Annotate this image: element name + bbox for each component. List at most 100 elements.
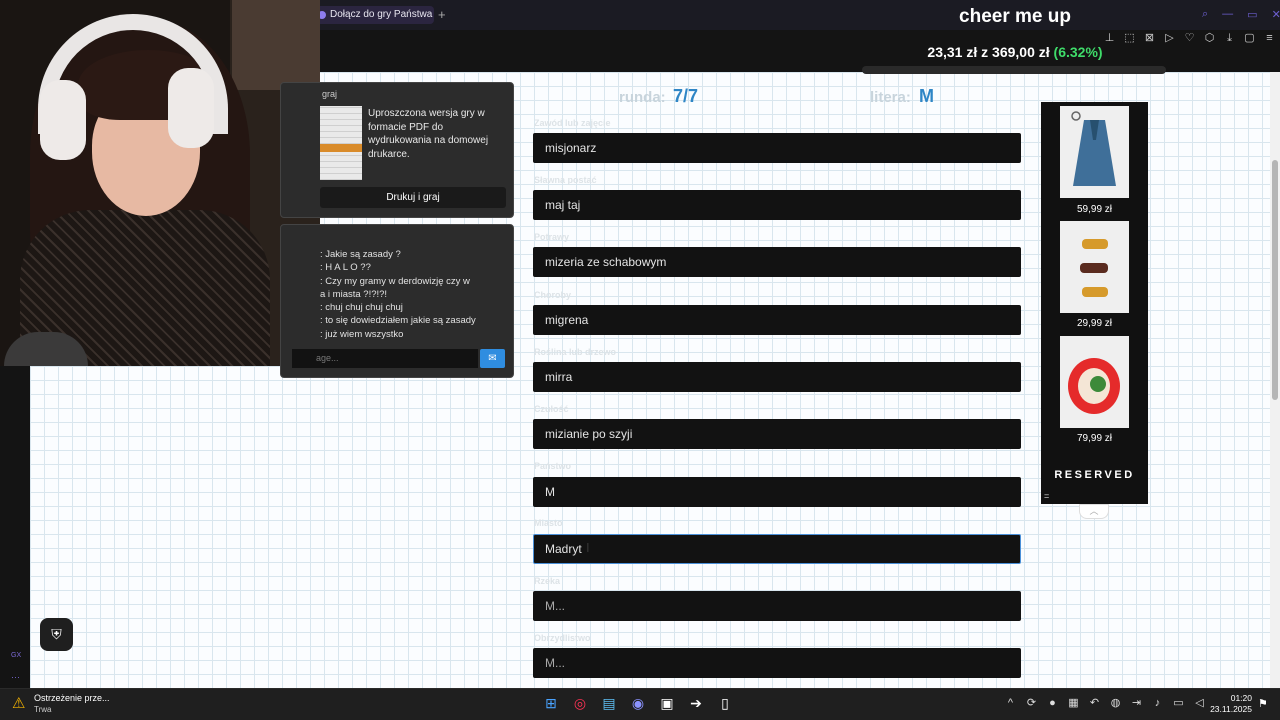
- chat-message: : to się dowiedziałem jakie są zasady: [320, 315, 476, 327]
- snapshot-icon[interactable]: ⬚: [1124, 31, 1135, 45]
- notepad-icon[interactable]: ▤: [600, 694, 618, 712]
- flow-icon[interactable]: ⊠: [1144, 31, 1155, 45]
- ad-brand-logo[interactable]: RESERVED: [1041, 469, 1148, 481]
- back-icon[interactable]: ↶: [1088, 696, 1101, 710]
- product-price: 79,99 zł: [1076, 433, 1113, 444]
- shield-icon[interactable]: ⛨: [40, 618, 73, 651]
- webcam-shelf: [232, 0, 320, 90]
- ad-marker: =: [1044, 491, 1050, 501]
- menu-icon[interactable]: ≡: [1264, 31, 1275, 45]
- category-label: Zawód lub zajęcie: [534, 118, 611, 128]
- category-field[interactable]: mizianie po szyji: [533, 419, 1021, 449]
- sync-icon[interactable]: ⟳: [1025, 696, 1038, 710]
- app-tray-icon[interactable]: ▦: [1067, 696, 1080, 710]
- chat-message: : Jakie są zasady ?: [320, 249, 401, 260]
- taskbar-apps: ⊞ ◎ ▤ ◉ ▣ ➔ ▯: [542, 694, 734, 712]
- category-field[interactable]: misjonarz: [533, 133, 1021, 163]
- panel-heading: graj: [322, 89, 338, 99]
- tab-title: Dołącz do gry Państwa M: [330, 9, 434, 20]
- category-field[interactable]: mirra: [533, 362, 1021, 392]
- minimize-icon[interactable]: —: [1222, 8, 1233, 21]
- close-icon[interactable]: ✕: [1272, 8, 1280, 21]
- category-field-active[interactable]: Madryt: [533, 534, 1021, 564]
- category-field[interactable]: migrena: [533, 305, 1021, 335]
- play-icon[interactable]: ▷: [1164, 31, 1175, 45]
- round-value: 7/7: [673, 86, 699, 106]
- heart-icon[interactable]: ♡: [1184, 31, 1195, 45]
- category-label: Czułość: [534, 404, 569, 414]
- scrollbar-thumb[interactable]: [1272, 160, 1278, 400]
- pdf-thumbnail-accent: [320, 144, 362, 152]
- headphones-right: [168, 68, 214, 148]
- chat-send-button[interactable]: ✉: [480, 349, 505, 368]
- clock-time: 01:20: [1230, 693, 1252, 703]
- category-label: Sławna postać: [534, 175, 597, 185]
- extensions-icon[interactable]: ⬡: [1204, 31, 1215, 45]
- network-icon[interactable]: ▭: [1172, 696, 1185, 710]
- opera-gx-icon[interactable]: ◎: [571, 694, 589, 712]
- clock[interactable]: 01:20 23.11.2025: [1206, 693, 1252, 715]
- sidebar-more-icon[interactable]: ···: [11, 672, 20, 682]
- warning-title[interactable]: Ostrzeżenie prze...: [34, 693, 110, 703]
- clock-date: 23.11.2025: [1210, 704, 1252, 714]
- webcam-feed: [0, 0, 320, 366]
- epic-games-icon[interactable]: ▣: [658, 694, 676, 712]
- chevron-up-icon[interactable]: ^: [1004, 696, 1017, 710]
- print-and-play-button[interactable]: Drukuj i graj: [320, 187, 506, 208]
- gx-label[interactable]: GX: [11, 652, 21, 659]
- file-icon[interactable]: ▯: [716, 694, 734, 712]
- category-label: Miasto: [534, 518, 563, 528]
- donation-goal-bar: [862, 66, 1166, 74]
- chat-messages: : Jakie są zasady ? : H A L O ?? : Czy m…: [320, 248, 508, 341]
- category-field[interactable]: M...: [533, 591, 1021, 621]
- dot-icon[interactable]: ●: [1046, 696, 1059, 710]
- product-price: 29,99 zł: [1076, 318, 1113, 329]
- download-icon[interactable]: ⤓: [1224, 31, 1235, 45]
- chat-input[interactable]: age...: [292, 349, 478, 368]
- letter-label: litera:: [870, 89, 911, 106]
- letter-value: M: [919, 86, 934, 106]
- product-image-coat[interactable]: [1060, 106, 1129, 198]
- category-label: Roślina lub drzewo: [534, 347, 617, 357]
- warning-icon[interactable]: ⚠: [12, 694, 25, 712]
- new-tab-button[interactable]: +: [438, 6, 446, 24]
- category-field[interactable]: mizeria ze schabowym: [533, 247, 1021, 277]
- category-field[interactable]: M...: [533, 648, 1021, 678]
- windows-start-icon[interactable]: ⊞: [542, 694, 560, 712]
- product-image-ornament[interactable]: [1060, 336, 1129, 428]
- notification-icon[interactable]: ⚑: [1258, 697, 1268, 710]
- globe-icon[interactable]: ◍: [1109, 696, 1122, 710]
- donation-separator: z: [981, 44, 989, 60]
- donation-goal: 369,00 zł: [992, 44, 1050, 60]
- maximize-icon[interactable]: ▭: [1247, 8, 1257, 21]
- warning-subtitle: Trwa: [34, 705, 52, 714]
- product-image-dachshund[interactable]: [1060, 221, 1129, 313]
- pdf-description: Uproszczona wersja gry w formacie PDF do…: [368, 108, 489, 160]
- chat-message: : H A L O ??: [320, 262, 371, 274]
- headphones-left: [40, 80, 86, 160]
- volume-icon[interactable]: ◁: [1193, 696, 1206, 710]
- chat-message: : chuj chuj chuj chuj: [320, 302, 403, 314]
- chat-message: : już wiem wszystko: [320, 328, 404, 340]
- category-field[interactable]: M: [533, 477, 1021, 507]
- category-label: Choroby: [534, 290, 571, 300]
- forward-icon[interactable]: ⇥: [1130, 696, 1143, 710]
- ad-collapse-button[interactable]: ︿: [1079, 504, 1109, 519]
- mic-icon[interactable]: ♪: [1151, 696, 1164, 710]
- pin-icon[interactable]: ⊥: [1104, 31, 1115, 45]
- chat-message: a i miasta ?!?!?!: [320, 288, 388, 300]
- category-field[interactable]: maj taj: [533, 190, 1021, 220]
- arrow-app-icon[interactable]: ➔: [687, 694, 705, 712]
- discord-icon[interactable]: ◉: [629, 694, 647, 712]
- category-label: Państwo: [534, 461, 572, 471]
- category-label: Potrawy: [534, 232, 570, 242]
- system-tray: ^ ⟳ ● ▦ ↶ ◍ ⇥ ♪ ▭ ◁: [1004, 696, 1206, 710]
- search-icon[interactable]: ⌕: [1202, 8, 1208, 21]
- browser-tab[interactable]: Dołącz do gry Państwa M: [314, 6, 434, 24]
- pdf-thumbnail[interactable]: [320, 106, 362, 180]
- window-controls: ⌕ — ▭ ✕: [1202, 8, 1280, 21]
- donation-raised: 23,31 zł: [927, 44, 978, 60]
- category-label: Obrzydlistwo: [534, 633, 591, 643]
- sidebar-icon[interactable]: ▢: [1244, 31, 1255, 45]
- donation-title: cheer me up: [959, 6, 1071, 27]
